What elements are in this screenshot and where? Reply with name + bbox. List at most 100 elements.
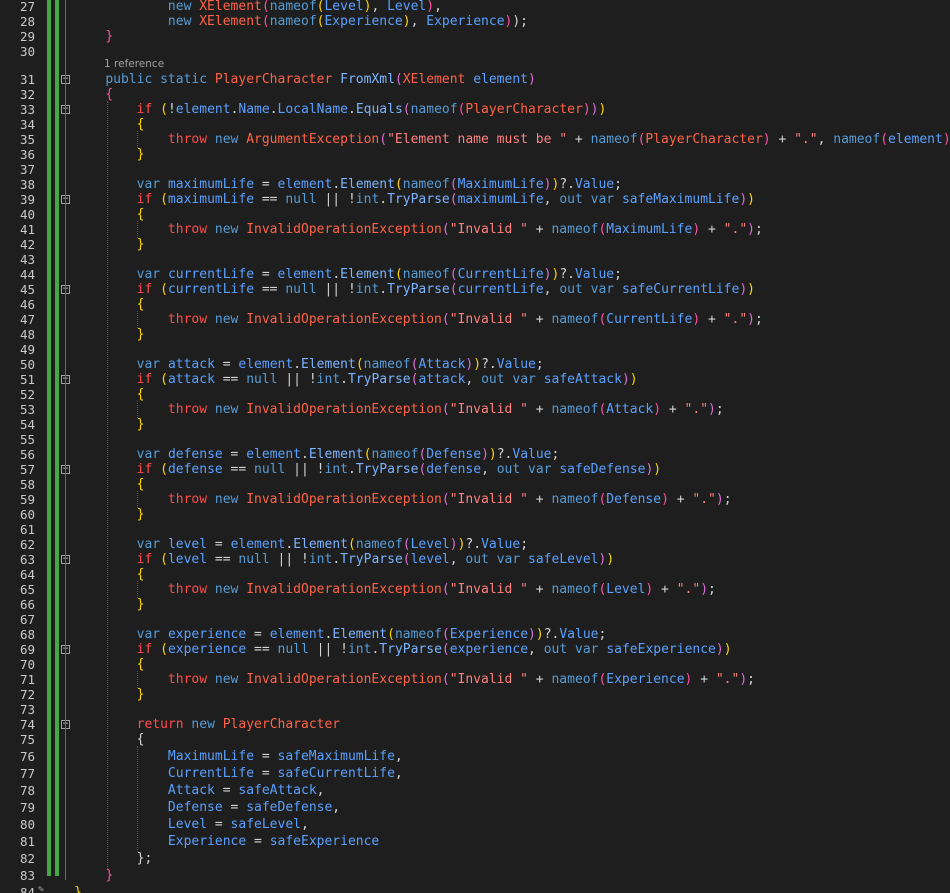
code-token: ) xyxy=(426,0,435,14)
code-token: = xyxy=(214,783,239,798)
code-token: ) xyxy=(528,72,536,87)
code-token: TryParse xyxy=(355,462,419,477)
code-token: element xyxy=(277,177,333,192)
code-line[interactable]: 83 } xyxy=(0,867,950,884)
code-token: ) xyxy=(488,447,497,462)
code-line[interactable]: 84} xyxy=(0,884,950,893)
code-token: ) xyxy=(942,132,950,147)
code-line[interactable]: 77 CurrentLife = safeCurrentLife, xyxy=(0,765,950,782)
code-line[interactable]: 80 Level = safeLevel, xyxy=(0,816,950,833)
code-token: ) xyxy=(661,492,669,507)
indent-guide xyxy=(137,131,138,148)
code-token: throw xyxy=(167,402,215,417)
code-token: XElement xyxy=(199,0,262,14)
code-line[interactable]: 78 Attack = safeAttack, xyxy=(0,782,950,799)
code-token: Attack xyxy=(167,783,215,798)
code-token: ( xyxy=(394,72,403,87)
code-token: ( xyxy=(441,222,450,237)
code-token: } xyxy=(136,507,145,522)
code-token: ) xyxy=(739,192,748,207)
code-token: ! xyxy=(308,372,317,387)
code-token: nameof xyxy=(833,132,881,147)
code-token: ( xyxy=(160,192,168,207)
code-line[interactable]: 79 Defense = safeDefense, xyxy=(0,799,950,816)
line-number: 83 xyxy=(19,868,35,883)
line-number: 81 xyxy=(19,834,35,849)
code-token: attack xyxy=(167,357,215,372)
code-line[interactable]: 81 Experience = safeExperience xyxy=(0,833,950,850)
code-token: defense xyxy=(426,462,482,477)
indent-guide xyxy=(137,671,138,688)
code-line[interactable]: 30 xyxy=(0,43,950,60)
code-token: level xyxy=(410,552,450,567)
code-token: maximumLife xyxy=(457,192,544,207)
code-token: , xyxy=(465,372,482,387)
code-token: Experience xyxy=(449,627,529,642)
edit-pencil-icon[interactable]: ✎ xyxy=(38,884,44,893)
code-token: ( xyxy=(160,282,168,297)
code-token: + xyxy=(527,402,552,417)
code-token: ( xyxy=(160,462,168,477)
code-token: ?. xyxy=(543,627,560,642)
code-token: nameof xyxy=(355,537,403,552)
code-token: XElement xyxy=(402,72,474,87)
code-token: safeDefense xyxy=(246,800,333,815)
code-token: "." xyxy=(723,222,748,237)
code-token: + xyxy=(567,132,591,147)
code-token: ( xyxy=(441,312,450,327)
code-token: PlayerCharacter xyxy=(222,717,341,732)
line-number: 76 xyxy=(19,749,35,764)
code-token: = xyxy=(254,766,278,781)
code-token: ( xyxy=(160,552,168,567)
line-number: 77 xyxy=(19,766,35,781)
code-token: safeExperience xyxy=(269,834,380,849)
code-token: }; xyxy=(136,851,153,866)
code-token: + xyxy=(700,312,724,327)
code-token: = xyxy=(254,177,278,192)
code-token: = xyxy=(246,834,270,849)
code-token: . xyxy=(332,267,341,282)
code-token: ; xyxy=(723,492,732,507)
code-token: null xyxy=(285,192,317,207)
code-editor[interactable]: 1 reference 27 new XElement(nameof(Level… xyxy=(0,0,950,893)
code-token: out var xyxy=(496,462,560,477)
fold-outline xyxy=(65,0,66,880)
code-token: Experience xyxy=(606,672,685,687)
code-token: ) xyxy=(473,357,482,372)
code-token: || xyxy=(277,372,309,387)
code-line[interactable]: 75 { xyxy=(0,731,950,748)
code-token: throw xyxy=(167,132,215,147)
code-token: TryParse xyxy=(379,642,442,657)
code-token: Level xyxy=(606,582,646,597)
code-token: ( xyxy=(402,537,411,552)
code-token: int xyxy=(324,462,348,477)
code-token: nameof xyxy=(551,672,599,687)
code-token: if xyxy=(136,552,161,567)
code-token: ) xyxy=(528,627,536,642)
code-line[interactable]: 82 }; xyxy=(0,850,950,867)
code-token: ) xyxy=(723,642,732,657)
code-token: safeExperience xyxy=(606,642,716,657)
code-token: Experience xyxy=(167,834,247,849)
code-token: safeAttack xyxy=(543,372,622,387)
code-token: defense xyxy=(167,462,223,477)
code-token: ); xyxy=(512,14,529,29)
code-token: "Invalid " xyxy=(449,222,528,237)
code-token: , xyxy=(434,0,442,14)
indent-guide xyxy=(137,221,138,238)
line-number: 82 xyxy=(19,851,35,866)
code-token: , xyxy=(481,462,497,477)
code-token: new xyxy=(191,717,223,732)
code-line[interactable]: 76 MaximumLife = safeMaximumLife, xyxy=(0,748,950,765)
code-token: == xyxy=(254,282,286,297)
